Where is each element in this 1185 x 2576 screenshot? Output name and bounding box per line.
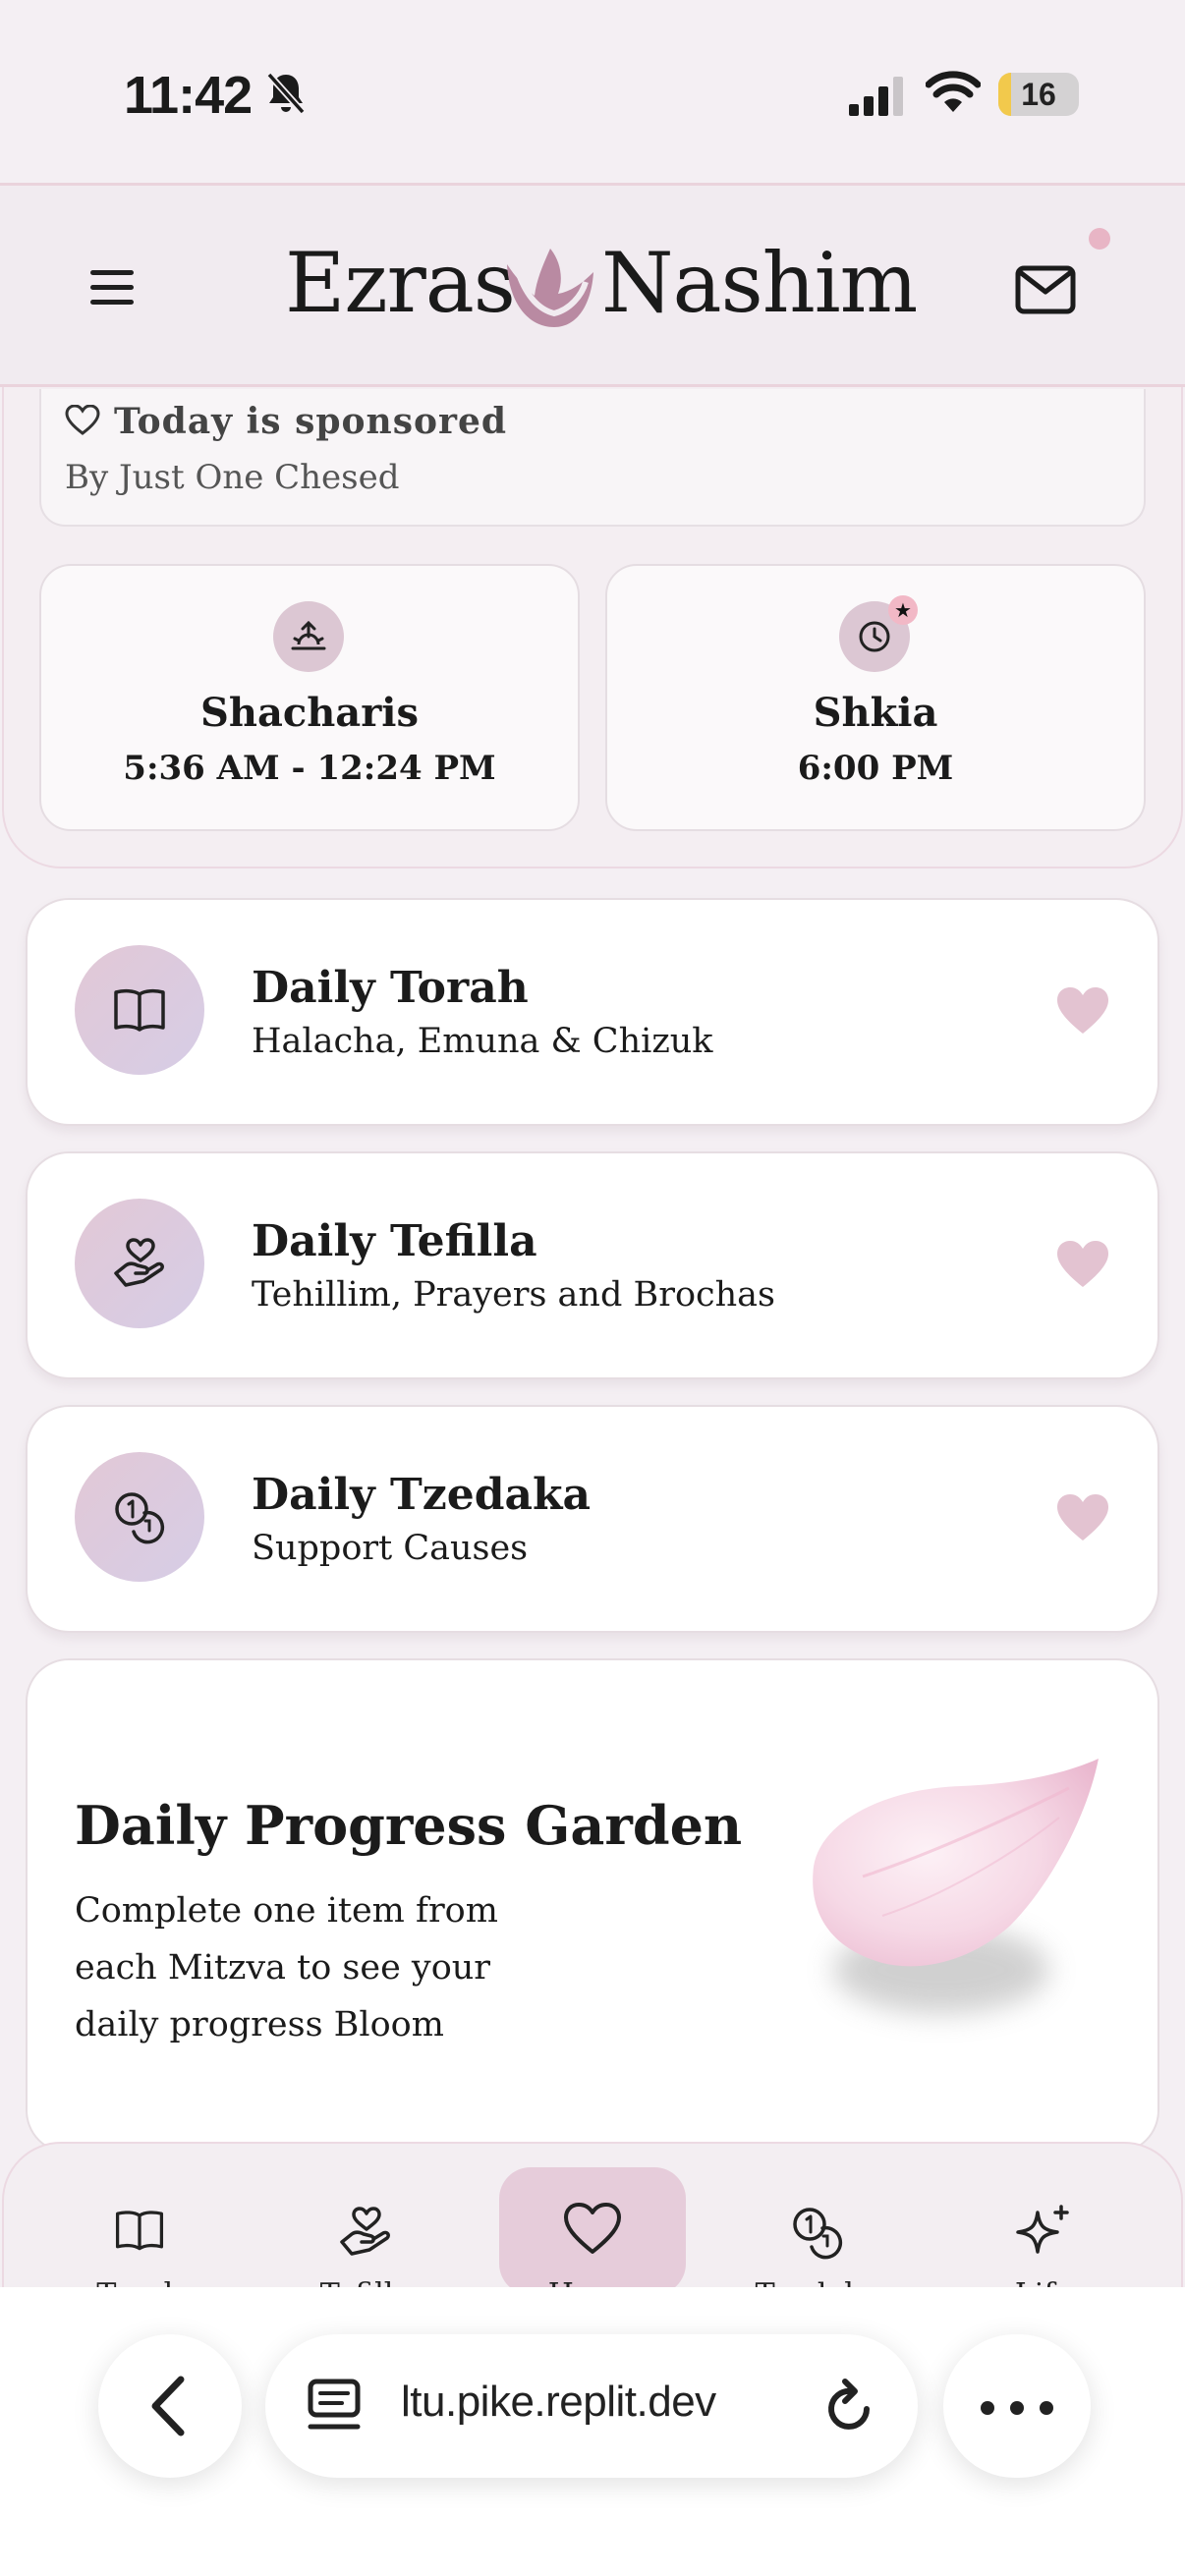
sponsor-title: Today is sponsored: [114, 401, 508, 442]
wifi-icon: [926, 71, 981, 112]
flower-petal-image: [813, 1759, 1099, 2014]
coins-icon: [75, 1452, 204, 1582]
shacharis-card[interactable]: Shacharis 5:36 AM - 12:24 PM: [39, 564, 580, 831]
shacharis-time: 5:36 AM - 12:24 PM: [123, 749, 496, 788]
coins-icon: [793, 2208, 843, 2260]
nav-item-life[interactable]: Life: [955, 2167, 1132, 2312]
nav-item-home[interactable]: Home: [499, 2167, 686, 2312]
garden-title: Daily Progress Garden: [75, 1794, 743, 1857]
nav-item-tefilla[interactable]: Tefilla: [277, 2167, 454, 2312]
logo-flower-icon: [507, 249, 593, 327]
feature-title: Daily Tefilla: [252, 1216, 537, 1266]
app-logo[interactable]: Ezras Nashim: [285, 235, 918, 343]
hand-heart-icon: [340, 2207, 390, 2256]
shkia-time: 6:00 PM: [797, 749, 954, 788]
browser-back-button[interactable]: [98, 2334, 242, 2478]
garden-description: Complete one item from each Mitzva to se…: [75, 1891, 498, 2044]
bell-muted-icon: [266, 72, 306, 115]
chevron-left-icon: [151, 2376, 185, 2436]
browser-url-bar[interactable]: ltu.pike.replit.dev: [265, 2334, 918, 2478]
book-icon: [115, 2211, 164, 2251]
shkia-title: Shkia: [813, 690, 938, 736]
sunrise-icon: [273, 601, 344, 672]
feature-subtitle: Support Causes: [252, 1529, 529, 1568]
feature-subtitle: Halacha, Emuna & Chizuk: [252, 1022, 713, 1061]
notification-dot: [1089, 228, 1110, 250]
daily-torah-card[interactable]: Daily Torah Halacha, Emuna & Chizuk: [26, 898, 1159, 1126]
logo-word-nashim: Nashim: [601, 235, 918, 331]
daily-tefilla-card[interactable]: Daily Tefilla Tehillim, Prayers and Broc…: [26, 1151, 1159, 1379]
nav-item-tzedaka[interactable]: Tzedaka: [729, 2167, 906, 2312]
feature-subtitle: Tehillim, Prayers and Brochas: [252, 1275, 775, 1315]
heart-outline-icon: [65, 405, 100, 435]
reload-icon[interactable]: [821, 2378, 876, 2436]
sponsor-subtitle: By Just One Chesed: [65, 458, 400, 497]
shkia-card[interactable]: ★ Shkia 6:00 PM: [605, 564, 1146, 831]
menu-button[interactable]: [86, 266, 143, 309]
sponsor-card[interactable]: Today is sponsored By Just One Chesed: [39, 389, 1146, 527]
status-bar: 11:42 16: [0, 0, 1185, 183]
battery-icon: 16: [998, 73, 1079, 116]
shacharis-title: Shacharis: [199, 690, 420, 736]
tabs-icon: [308, 2379, 361, 2430]
feature-title: Daily Tzedaka: [252, 1470, 591, 1520]
progress-garden-card[interactable]: Daily Progress Garden Complete one item …: [26, 1658, 1159, 2154]
nav-item-torah[interactable]: Torah: [51, 2167, 228, 2312]
app-header: Ezras Nashim: [0, 183, 1185, 387]
favorite-heart-icon[interactable]: [1055, 1240, 1110, 1289]
favorite-heart-icon[interactable]: [1055, 1493, 1110, 1542]
logo-word-ezras: Ezras: [285, 235, 516, 331]
book-icon: [75, 945, 204, 1075]
favorite-heart-icon[interactable]: [1055, 986, 1110, 1036]
feature-title: Daily Torah: [252, 963, 529, 1013]
cellular-signal-icon: [849, 77, 903, 116]
daily-tzedaka-card[interactable]: Daily Tzedaka Support Causes: [26, 1405, 1159, 1633]
heart-icon: [564, 2203, 621, 2254]
hand-heart-icon: [75, 1199, 204, 1328]
battery-percent: 16: [1021, 77, 1056, 112]
sparkle-icon: [1016, 2205, 1069, 2254]
browser-more-button[interactable]: [943, 2334, 1091, 2478]
url-text: ltu.pike.replit.dev: [401, 2378, 716, 2426]
star-badge-icon: ★: [888, 595, 918, 625]
mail-icon[interactable]: [1012, 260, 1079, 319]
status-time: 11:42: [124, 66, 253, 125]
